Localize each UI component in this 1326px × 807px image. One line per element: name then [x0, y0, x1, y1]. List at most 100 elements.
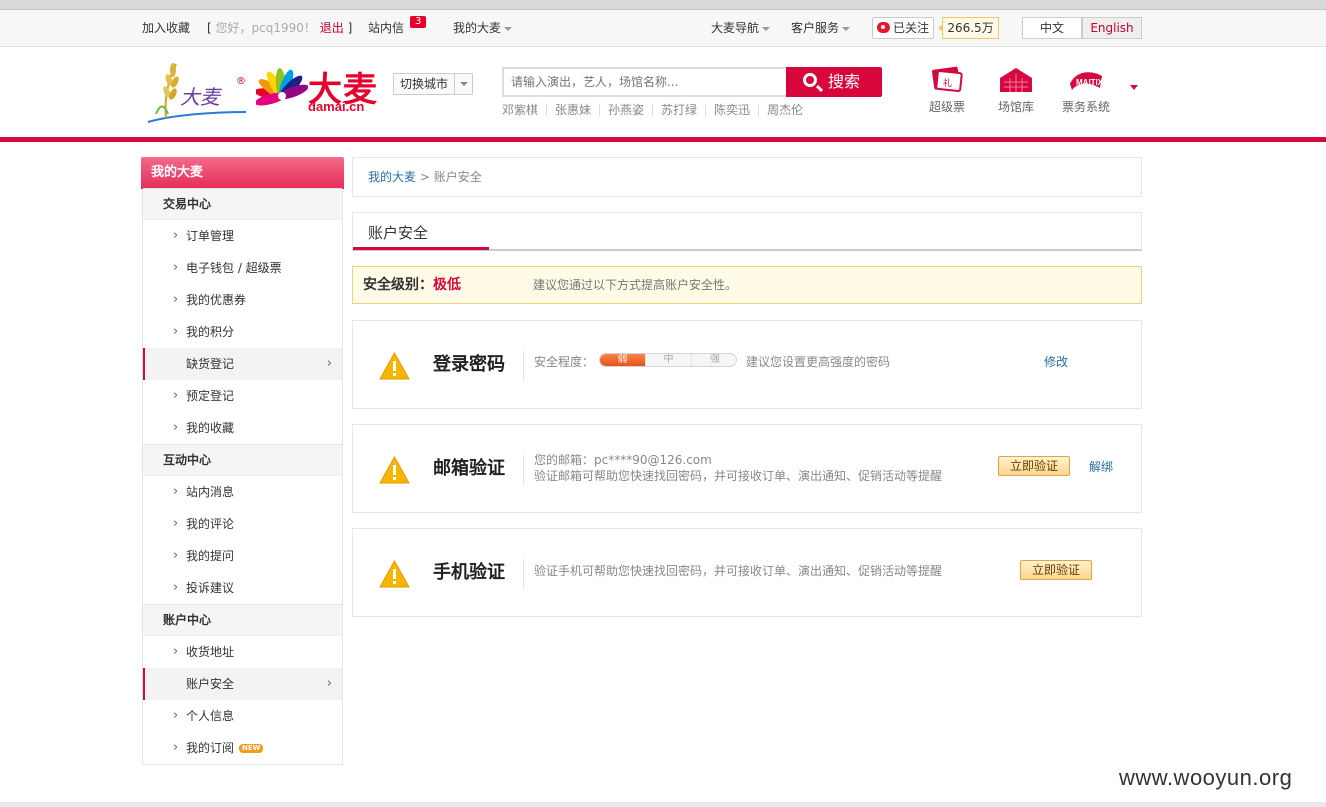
gift-ticket-icon: 礼	[932, 66, 963, 93]
sidebar-item-wallet[interactable]: › 电子钱包 / 超级票	[143, 252, 342, 284]
sidebar-item-coupons[interactable]: › 我的优惠券	[143, 284, 342, 316]
customer-service-menu[interactable]: 客户服务	[791, 10, 851, 47]
logo-domain: damai.cn	[308, 99, 365, 114]
greeting-text: 您好，pcq1990！	[215, 21, 316, 35]
strength-strong: 强	[710, 354, 720, 365]
super-ticket-link[interactable]: 礼 超级票	[919, 66, 975, 115]
breadcrumb-root-link[interactable]: 我的大麦	[368, 170, 416, 184]
email-card: 邮箱验证 您的邮箱：pc****90@126.com 验证邮箱可帮助您快速找回密…	[352, 424, 1142, 513]
sidebar-item-stockout[interactable]: 缺货登记 ›	[143, 348, 342, 380]
phone-card: 手机验证 验证手机可帮助您快速找回密码，并可接收订单、演出通知、促销活动等提醒 …	[352, 528, 1142, 617]
strength-medium: 中	[646, 354, 692, 366]
sidebar-item-points[interactable]: › 我的积分	[143, 316, 342, 348]
hot-keyword[interactable]: 张惠妹	[546, 104, 599, 116]
chevron-right-icon: ›	[173, 580, 179, 595]
chevron-right-icon: ›	[173, 516, 179, 531]
sidebar-item-orders[interactable]: › 订单管理	[143, 220, 342, 252]
phone-title: 手机验证	[433, 562, 505, 583]
site-nav-menu[interactable]: 大麦导航	[711, 10, 771, 47]
verify-phone-button[interactable]: 立即验证	[1020, 560, 1092, 580]
pinwheel-logo-icon	[256, 68, 308, 106]
sidebar-item-reservation[interactable]: › 预定登记	[143, 380, 342, 412]
bookmark-link[interactable]: 加入收藏	[142, 10, 190, 47]
password-card: 登录密码 安全程度： 弱 中 强 建议您设置更高强度的密码 修改	[352, 320, 1142, 409]
weibo-follow-button[interactable]: 已关注	[872, 17, 934, 39]
chevron-right-icon: ›	[173, 548, 179, 563]
ticketing-system-icon: MAITIX	[1070, 72, 1104, 90]
sidebar-item-favorites[interactable]: › 我的收藏	[143, 412, 342, 444]
my-damai-menu[interactable]: 我的大麦	[453, 10, 513, 47]
chevron-right-icon: ›	[173, 324, 179, 339]
header-divider	[0, 137, 1326, 142]
page-bottom-edge	[0, 802, 1326, 807]
sidebar-item-comments[interactable]: › 我的评论	[143, 508, 342, 540]
hot-keyword[interactable]: 邓紫棋	[502, 104, 546, 116]
chevron-right-icon: ›	[173, 740, 179, 755]
lang-en-button[interactable]: English	[1082, 17, 1142, 39]
chevron-right-icon: ›	[173, 260, 179, 275]
password-tip: 建议您设置更高强度的密码	[746, 355, 891, 369]
warning-icon	[379, 560, 410, 588]
hot-keyword[interactable]: 苏打绿	[652, 104, 705, 116]
damai-logo[interactable]: 大麦 damai.cn	[256, 66, 386, 118]
search-input[interactable]	[504, 69, 788, 95]
breadcrumb: 我的大麦 > 账户安全	[352, 157, 1142, 197]
weibo-fans-count: 266.5万	[938, 17, 999, 39]
svg-text:礼: 礼	[943, 77, 952, 89]
sidebar-item-messages[interactable]: › 站内消息	[143, 476, 342, 508]
chevron-right-icon: ›	[173, 228, 179, 243]
sidebar-section-account: 账户中心	[143, 604, 342, 636]
sidebar-item-questions[interactable]: › 我的提问	[143, 540, 342, 572]
hot-keyword[interactable]: 陈奕迅	[705, 104, 758, 116]
ticketing-system-link[interactable]: MAITIX 票务系统	[1058, 66, 1114, 115]
unbind-email-link[interactable]: 解绑	[1089, 458, 1113, 475]
sidebar-item-profile[interactable]: › 个人信息	[143, 700, 342, 732]
sidebar-section-interaction: 互动中心	[143, 444, 342, 476]
search-icon	[803, 73, 817, 87]
new-badge: NEW	[239, 744, 264, 753]
inbox-count-badge: 3	[410, 16, 427, 28]
search-button[interactable]: 搜索	[786, 67, 882, 97]
hot-keyword[interactable]: 周杰伦	[758, 104, 811, 116]
top-bar: 加入收藏 [ 您好，pcq1990！ 退出 ] 站内信 3 我的大麦 大麦导航 …	[0, 10, 1326, 47]
tab-bar: 账户安全	[352, 212, 1142, 251]
sidebar-item-subscriptions[interactable]: › 我的订阅 NEW	[143, 732, 342, 764]
sidebar-item-feedback[interactable]: › 投诉建议	[143, 572, 342, 604]
venue-library-link[interactable]: 场馆库	[988, 66, 1044, 115]
venue-icon	[1000, 68, 1032, 92]
chevron-down-icon	[762, 26, 771, 31]
tab-account-security[interactable]: 账户安全	[353, 213, 489, 250]
email-desc: 验证邮箱可帮助您快速找回密码，并可接收订单、演出通知、促销活动等提醒	[534, 469, 943, 483]
svg-text:MAITIX: MAITIX	[1076, 78, 1104, 87]
divider	[523, 455, 524, 485]
sidebar: 我的大麦 交易中心 › 订单管理 › 电子钱包 / 超级票 › 我的优惠券 › 我的积分…	[141, 157, 344, 765]
phone-desc: 验证手机可帮助您快速找回密码，并可接收订单、演出通知、促销活动等提醒	[534, 564, 943, 578]
strength-label: 安全程度：	[534, 355, 595, 369]
security-level-tip: 建议您通过以下方式提高账户安全性。	[533, 278, 738, 292]
warning-icon	[379, 456, 410, 484]
modify-password-link[interactable]: 修改	[1044, 353, 1068, 370]
logout-link[interactable]: 退出	[320, 21, 344, 35]
chevron-right-icon: ›	[326, 676, 332, 691]
chevron-down-icon	[842, 26, 851, 31]
breadcrumb-current: 账户安全	[433, 170, 482, 184]
switch-city-dropdown[interactable]: 切换城市	[393, 73, 473, 95]
chevron-right-icon: ›	[173, 708, 179, 723]
lang-zh-button[interactable]: 中文	[1022, 17, 1082, 39]
strength-weak: 弱	[600, 354, 646, 366]
sidebar-item-security[interactable]: 账户安全 ›	[143, 668, 342, 700]
chevron-right-icon: ›	[173, 644, 179, 659]
wheat-logo-icon[interactable]: 大麦	[142, 60, 247, 124]
email-address: 您的邮箱：pc****90@126.com	[534, 453, 712, 467]
chevron-right-icon: ›	[326, 356, 332, 371]
weibo-icon	[877, 22, 890, 33]
sidebar-title: 我的大麦	[141, 157, 344, 189]
divider	[523, 559, 524, 589]
hot-keyword[interactable]: 孙燕姿	[599, 104, 652, 116]
inbox-link[interactable]: 站内信 3	[368, 10, 427, 47]
window-top-strip	[0, 0, 1326, 10]
verify-email-button[interactable]: 立即验证	[998, 456, 1070, 476]
sidebar-item-address[interactable]: › 收货地址	[143, 636, 342, 668]
chevron-down-icon[interactable]	[1130, 85, 1138, 90]
email-title: 邮箱验证	[433, 458, 505, 479]
